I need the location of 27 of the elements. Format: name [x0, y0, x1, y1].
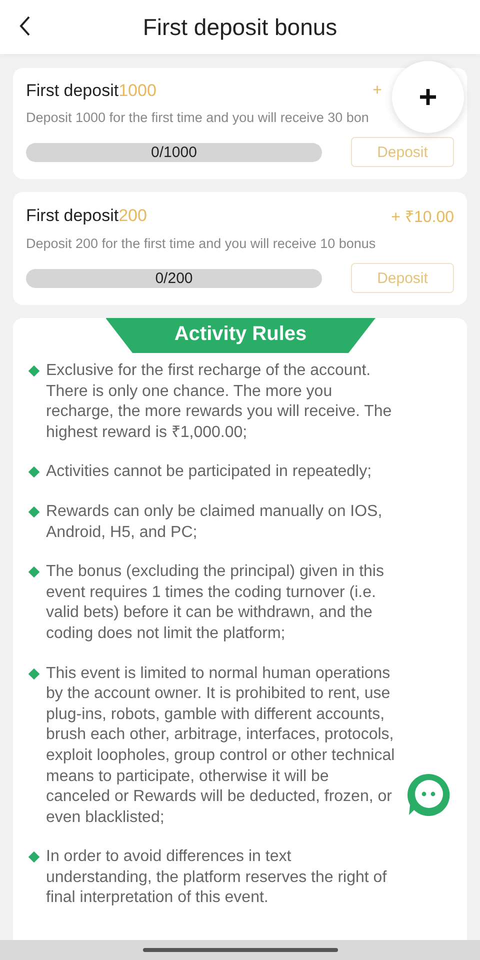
rules-title: Activity Rules: [106, 318, 376, 353]
bullet-icon: [28, 668, 40, 680]
bonus-reward: +: [372, 82, 382, 100]
rule-text: Exclusive for the first recharge of the account. There is only one chance. The more you recharge, the more rewards you will receive. The highest reward is ₹1,000.00;: [46, 361, 393, 443]
rule-text: Activities cannot be participated in repeatedly;: [46, 462, 373, 482]
rule-text: In order to avoid differences in text understanding, the platform reserves the right of final interpretation of this event.: [46, 847, 388, 908]
progress-text: 0/1000: [151, 144, 197, 160]
bullet-icon: [28, 566, 40, 578]
progress-text: 0/200: [155, 270, 193, 286]
deposit-button[interactable]: Deposit: [351, 263, 454, 293]
bonus-title: First deposit1000: [26, 81, 156, 101]
bonus-title: First deposit200: [26, 206, 147, 226]
bonus-description: Deposit 1000 for the first time and you will receive 30 bon: [26, 110, 370, 125]
bullet-icon: [28, 852, 40, 863]
rule-text: Rewards can only be claimed manually on IOS, Android, H5, and PC;: [46, 502, 384, 543]
bullet-icon: [28, 466, 40, 478]
bonus-description: Deposit 200 for the first time and you will receive 10 bonus: [26, 236, 377, 251]
bullet-icon: [28, 506, 40, 518]
back-icon[interactable]: [18, 15, 32, 37]
rule-text: The bonus (excluding the principal) given in this event requires 1 times the coding turnover (i.e. valid bets) before it can be withdrawn, and the coding does not limit the platform;: [46, 562, 385, 644]
page-title: First deposit bonus: [142, 14, 338, 40]
chat-icon[interactable]: [405, 772, 451, 818]
deposit-button[interactable]: Deposit: [351, 137, 454, 167]
rule-text: This event is limited to normal human operations by the account owner. It is prohibited to rent, use plug-ins, robots, gamble with different accounts, brush each other, arbitrage, interfaces, protocols, exploit loopholes, group control or other technical means to participate, otherwise it will be canceled or Rewards will be deducted, frozen, or even blacklisted;: [46, 664, 396, 828]
plus-icon: [418, 87, 438, 107]
bonus-reward: + ₹10.00: [391, 208, 454, 227]
bullet-icon: [28, 365, 40, 377]
